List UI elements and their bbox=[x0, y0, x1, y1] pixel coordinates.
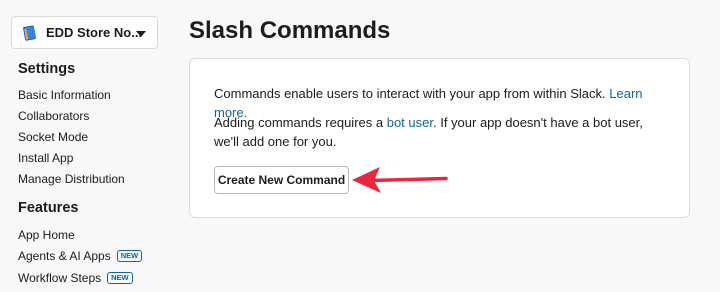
new-badge: NEW bbox=[116, 250, 143, 262]
create-new-command-button[interactable]: Create New Command bbox=[214, 166, 349, 194]
app-name: EDD Store No... bbox=[46, 25, 143, 40]
app-switcher-dropdown[interactable]: EDD Store No... bbox=[11, 16, 158, 49]
sidebar-item-socket-mode[interactable]: Socket Mode bbox=[18, 130, 88, 144]
bot-user-text: Adding commands requires a bot user. If … bbox=[214, 113, 669, 151]
intro-text-body: Commands enable users to interact with y… bbox=[214, 86, 606, 101]
features-heading: Features bbox=[18, 200, 79, 216]
chevron-down-icon bbox=[136, 31, 146, 37]
sidebar-item-label: Workflow Steps bbox=[18, 271, 102, 285]
sidebar-item-collaborators[interactable]: Collaborators bbox=[18, 109, 89, 123]
sidebar-item-label: Manage Distribution bbox=[18, 172, 125, 186]
book-icon bbox=[23, 24, 36, 41]
new-badge: NEW bbox=[107, 272, 133, 284]
annotation-arrow bbox=[352, 167, 448, 193]
sidebar-item-label: App Home bbox=[18, 228, 75, 242]
bot-user-text-before: Adding commands requires a bbox=[214, 115, 384, 130]
bot-user-link[interactable]: bot user bbox=[387, 115, 433, 130]
sidebar: EDD Store No... Settings Basic Informati… bbox=[0, 0, 170, 292]
sidebar-item-workflow-steps[interactable]: Workflow Steps NEW bbox=[18, 271, 133, 285]
sidebar-item-install-app[interactable]: Install App bbox=[18, 151, 73, 165]
sidebar-item-label: Agents & AI Apps bbox=[18, 249, 111, 263]
sidebar-item-label: Basic Information bbox=[18, 88, 111, 102]
page-title: Slash Commands bbox=[189, 17, 391, 44]
sidebar-item-manage-distribution[interactable]: Manage Distribution bbox=[18, 172, 125, 186]
settings-heading: Settings bbox=[18, 61, 76, 77]
sidebar-item-label: Collaborators bbox=[18, 109, 90, 123]
sidebar-item-basic-information[interactable]: Basic Information bbox=[18, 88, 111, 102]
sidebar-item-label: Socket Mode bbox=[18, 130, 89, 144]
sidebar-item-app-home[interactable]: App Home bbox=[18, 228, 75, 242]
sidebar-item-label: Install App bbox=[18, 151, 74, 165]
sidebar-item-agents-ai-apps[interactable]: Agents & AI Apps NEW bbox=[18, 249, 143, 263]
